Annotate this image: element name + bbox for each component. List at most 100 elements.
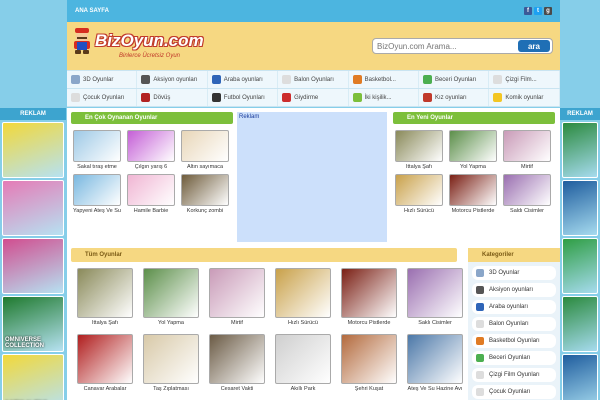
search-button[interactable]: ara [518, 40, 550, 52]
nav-item[interactable]: İki kişilik... [349, 89, 419, 106]
nav-item[interactable]: Aksiyon oyunları [137, 71, 208, 88]
game-title[interactable]: Motorcu Pistlerde [447, 208, 499, 216]
home-link[interactable]: ANA SAYFA [75, 8, 109, 14]
game-card[interactable]: Korkunç zombi [179, 174, 231, 216]
game-card[interactable]: Cesaret Vakti [205, 334, 269, 394]
nav-item[interactable]: Dövüş [137, 89, 208, 106]
category-link[interactable]: Beceri Oyunları [472, 351, 556, 365]
game-card[interactable]: Altın sayımaca [179, 130, 231, 172]
game-card[interactable]: Motorcu Pistlerde [337, 268, 401, 328]
nav-item[interactable]: Beceri Oyunları [419, 71, 490, 88]
ad-banner[interactable] [562, 180, 598, 236]
game-title[interactable]: Mirtif [501, 164, 553, 172]
game-card[interactable]: İttalya Şafı [73, 268, 137, 328]
ad-banner[interactable] [2, 180, 64, 236]
game-title[interactable]: Akıllı Park [271, 386, 335, 394]
game-thumbnail[interactable] [503, 130, 551, 162]
game-title[interactable]: Hızlı Sürücü [393, 208, 445, 216]
game-card[interactable]: Hamile Barbie [125, 174, 177, 216]
google-icon[interactable]: g [544, 7, 552, 15]
nav-item[interactable]: Çizgi Film... [489, 71, 560, 88]
game-card[interactable]: Saklı Cisimler [403, 268, 467, 328]
nav-item[interactable]: Balon Oyunları [278, 71, 349, 88]
game-card[interactable]: Taş Zıplatması [139, 334, 203, 394]
game-thumbnail[interactable] [275, 268, 331, 318]
game-title[interactable]: Ateş Ve Su Hazine Avı [403, 386, 467, 394]
game-card[interactable]: Saldı Cisimler [501, 174, 553, 216]
nav-item[interactable]: Giydirme [278, 89, 349, 106]
game-thumbnail[interactable] [127, 130, 175, 162]
game-thumbnail[interactable] [143, 334, 199, 384]
game-card[interactable]: Mirtif [205, 268, 269, 328]
game-card[interactable]: Yol Yapma [139, 268, 203, 328]
game-title[interactable]: Çılgın yarış 6 [125, 164, 177, 172]
ad-banner[interactable] [2, 122, 64, 178]
game-title[interactable]: İttalya Şafı [393, 164, 445, 172]
category-link[interactable]: Çizgi Film Oyunları [472, 368, 556, 382]
ad-banner[interactable] [562, 238, 598, 294]
game-title[interactable]: Korkunç zombi [179, 208, 231, 216]
twitter-icon[interactable]: t [534, 7, 542, 15]
game-card[interactable]: Şehri Kuşat [337, 334, 401, 394]
game-title[interactable]: Motorcu Pistlerde [337, 320, 401, 328]
ad-banner[interactable] [562, 354, 598, 400]
game-card[interactable]: Akıllı Park [271, 334, 335, 394]
category-link[interactable]: Basketbol Oyunları [472, 334, 556, 348]
game-thumbnail[interactable] [209, 334, 265, 384]
game-thumbnail[interactable] [407, 268, 463, 318]
game-thumbnail[interactable] [209, 268, 265, 318]
nav-item[interactable]: Araba oyunları [208, 71, 279, 88]
game-card[interactable]: Mirtif [501, 130, 553, 172]
nav-item[interactable]: Komik oyunlar [489, 89, 560, 106]
game-title[interactable]: Saklı Cisimler [403, 320, 467, 328]
game-card[interactable]: Çılgın yarış 6 [125, 130, 177, 172]
category-link[interactable]: Çocuk Oyunları [472, 385, 556, 399]
ad-banner[interactable] [562, 122, 598, 178]
game-thumbnail[interactable] [275, 334, 331, 384]
search-input[interactable] [373, 41, 518, 51]
site-logo[interactable]: BizOyun.com [71, 26, 204, 56]
game-thumbnail[interactable] [449, 174, 497, 206]
ad-banner[interactable] [2, 238, 64, 294]
game-thumbnail[interactable] [341, 268, 397, 318]
game-title[interactable]: Şehri Kuşat [337, 386, 401, 394]
game-card[interactable]: İttalya Şafı [393, 130, 445, 172]
nav-item[interactable]: 3D Oyunlar [67, 71, 138, 88]
facebook-icon[interactable]: f [524, 7, 532, 15]
game-title[interactable]: Saldı Cisimler [501, 208, 553, 216]
game-card[interactable]: Ateş Ve Su Hazine Avı [403, 334, 467, 394]
nav-item[interactable]: Basketbol... [349, 71, 419, 88]
game-title[interactable]: Taş Zıplatması [139, 386, 203, 394]
ad-banner[interactable]: 2 NEW ALIENS [2, 354, 64, 400]
ad-banner[interactable] [562, 296, 598, 352]
game-title[interactable]: Mirtif [205, 320, 269, 328]
game-title[interactable]: Hızlı Sürücü [271, 320, 335, 328]
game-title[interactable]: Cesaret Vakti [205, 386, 269, 394]
game-thumbnail[interactable] [503, 174, 551, 206]
game-thumbnail[interactable] [341, 334, 397, 384]
game-title[interactable]: Yapyeni Ateş Ve Su [71, 208, 123, 216]
category-link[interactable]: Balon Oyunları [472, 317, 556, 331]
game-title[interactable]: Yol Yapma [447, 164, 499, 172]
game-thumbnail[interactable] [449, 130, 497, 162]
game-thumbnail[interactable] [77, 268, 133, 318]
category-link[interactable]: Aksiyon oyunları [472, 283, 556, 297]
game-title[interactable]: Altın sayımaca [179, 164, 231, 172]
game-card[interactable]: Yol Yapma [447, 130, 499, 172]
game-thumbnail[interactable] [407, 334, 463, 384]
game-card[interactable]: Motorcu Pistlerde [447, 174, 499, 216]
category-link[interactable]: 3D Oyunlar [472, 266, 556, 280]
nav-item[interactable]: Çocuk Oyunları [67, 89, 138, 106]
game-thumbnail[interactable] [395, 174, 443, 206]
nav-item[interactable]: Kız oyunları [419, 89, 490, 106]
nav-item[interactable]: Futbol Oyunları [208, 89, 279, 106]
ad-banner[interactable]: OMNIVERSE COLLECTION [2, 296, 64, 352]
game-card[interactable]: Sakal tıraş etme [71, 130, 123, 172]
game-thumbnail[interactable] [143, 268, 199, 318]
category-link[interactable]: Araba oyunları [472, 300, 556, 314]
game-thumbnail[interactable] [181, 174, 229, 206]
game-thumbnail[interactable] [73, 174, 121, 206]
game-title[interactable]: İttalya Şafı [73, 320, 137, 328]
game-title[interactable]: Yol Yapma [139, 320, 203, 328]
game-thumbnail[interactable] [77, 334, 133, 384]
